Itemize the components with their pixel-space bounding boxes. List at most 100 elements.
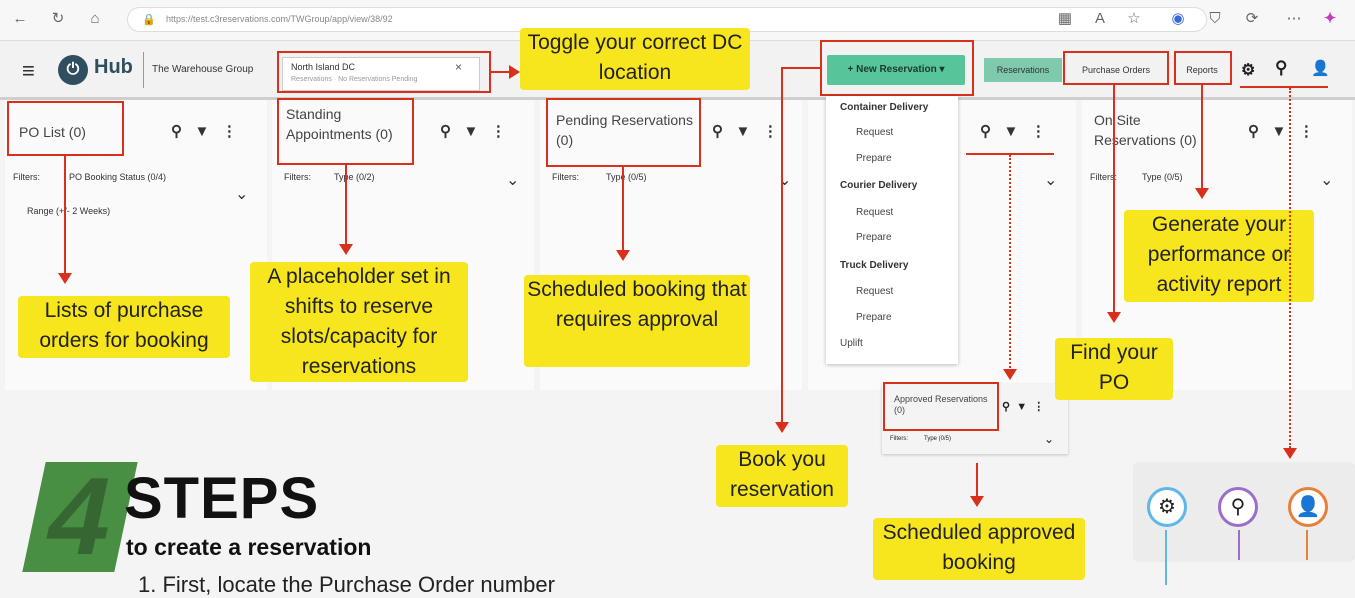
filter-icon[interactable]: ▼ (195, 123, 210, 140)
copilot-icon[interactable]: ✦ (1320, 9, 1340, 29)
hidden-panel-tools: ⚲ ▼ ⋮ (980, 122, 1046, 140)
search-icon[interactable]: ⚲ (980, 123, 991, 140)
steps-title: STEPS (124, 466, 320, 531)
standing-filter-type[interactable]: Type (0/2) (334, 172, 375, 182)
new-reservation-menu: Container Delivery Request Prepare Couri… (826, 96, 958, 364)
filter-icon[interactable]: ▼ (464, 123, 479, 140)
icons-dotted-arrowhead (1283, 448, 1297, 459)
favorite-icon[interactable]: ☆ (1124, 9, 1144, 29)
icons-dotted-line (1289, 88, 1291, 448)
chevron-down-icon[interactable]: ⌄ (235, 184, 248, 204)
menu-group-truck: Truck Delivery (840, 260, 909, 271)
po-list-filters-label: Filters: (13, 172, 40, 182)
more-vert-icon[interactable]: ⋮ (222, 123, 237, 140)
reports-highlight-box (1174, 51, 1232, 85)
callout-placeholder: A placeholder set in shifts to reserve s… (250, 262, 468, 382)
approved-dotted-arrowhead (1003, 369, 1017, 380)
standing-filters-label: Filters: (284, 172, 311, 182)
shield-icon[interactable]: ⛉ (1205, 9, 1225, 29)
chevron-down-icon[interactable]: ⌄ (778, 170, 791, 190)
search-icon[interactable]: ⚲ (440, 123, 451, 140)
header-icons-underline (1240, 86, 1328, 88)
filter-icon[interactable]: ▼ (1004, 123, 1019, 140)
approved-filter-type[interactable]: Type (0/5) (924, 436, 951, 442)
chevron-down-icon[interactable]: ⌄ (1320, 170, 1333, 190)
pending-filter-type[interactable]: Type (0/5) (606, 172, 647, 182)
standing-arrow-line (345, 165, 347, 245)
po-list-highlight-box (7, 101, 124, 156)
user-profile-icon[interactable]: 👤 (1311, 59, 1330, 77)
settings-gear-icon[interactable]: ⚙ (1241, 60, 1255, 80)
search-icon[interactable]: ⚲ (1002, 401, 1010, 413)
extension-icon[interactable]: ◉ (1168, 9, 1188, 29)
filter-icon[interactable]: ▼ (1272, 123, 1287, 140)
standing-tools: ⚲ ▼ ⋮ (440, 122, 506, 140)
refresh-icon[interactable]: ↻ (48, 9, 68, 29)
standing-highlight-box (277, 98, 414, 165)
onsite-tools: ⚲ ▼ ⋮ (1248, 122, 1314, 140)
pending-highlight-box (546, 98, 701, 167)
filter-icon[interactable]: ▼ (736, 123, 751, 140)
grid-icon[interactable]: ▦ (1055, 9, 1075, 29)
menu-courier-prepare[interactable]: Prepare (856, 232, 892, 243)
po-list-filter-range[interactable]: Range (+/- 2 Weeks) (27, 206, 110, 216)
approved-highlight-box (883, 382, 999, 431)
callout-toggle-dc: Toggle your correct DC location (520, 28, 750, 90)
hamburger-menu-icon[interactable]: ≡ (22, 58, 35, 84)
search-icon[interactable]: ⚲ (712, 123, 723, 140)
chevron-down-icon[interactable]: ⌄ (1044, 170, 1057, 190)
home-icon[interactable]: ⌂ (85, 9, 105, 29)
po-list-tools: ⚲ ▼ ⋮ (171, 122, 237, 140)
user-profile-icon: 👤 (1288, 487, 1328, 527)
more-vert-icon[interactable]: ⋮ (763, 123, 778, 140)
more-icon[interactable]: ⋯ (1284, 9, 1304, 29)
callout-lists-po: Lists of purchase orders for booking (18, 296, 230, 358)
filter-icon[interactable]: ▼ (1016, 401, 1027, 413)
search-icon[interactable]: ⚲ (1248, 123, 1259, 140)
more-vert-icon[interactable]: ⋮ (1299, 123, 1314, 140)
menu-container-prepare[interactable]: Prepare (856, 153, 892, 164)
onsite-filter-type[interactable]: Type (0/5) (1142, 172, 1183, 182)
approved-dotted-line (1009, 155, 1011, 371)
chevron-down-icon[interactable]: ⌄ (506, 170, 519, 190)
settings-legend-line (1165, 530, 1167, 585)
steps-subtitle: to create a reservation (126, 534, 372, 560)
reports-arrow-line (1201, 85, 1203, 189)
callout-scheduled-approved: Scheduled approved booking (873, 518, 1085, 580)
approved-tools: ⚲ ▼ ⋮ (1002, 400, 1044, 413)
menu-group-container: Container Delivery (840, 102, 929, 113)
pending-filters-label: Filters: (552, 172, 579, 182)
dc-arrowhead (509, 65, 520, 79)
menu-truck-request[interactable]: Request (856, 286, 893, 297)
more-vert-icon[interactable]: ⋮ (1031, 123, 1046, 140)
pending-arrowhead (616, 250, 630, 261)
po-list-filter-status[interactable]: PO Booking Status (0/4) (69, 172, 166, 182)
menu-truck-prepare[interactable]: Prepare (856, 312, 892, 323)
callout-find-po: Find your PO (1055, 338, 1173, 400)
lock-icon: 🔒 (142, 14, 156, 26)
find-po-arrowhead (1107, 312, 1121, 323)
menu-courier-request[interactable]: Request (856, 207, 893, 218)
new-reservation-highlight-box (820, 40, 974, 96)
read-aloud-icon[interactable]: A (1090, 9, 1110, 29)
hub-logo-icon: ⏻ (58, 55, 88, 85)
po-list-arrow-line (64, 156, 66, 274)
chevron-down-icon[interactable]: ⌄ (1044, 432, 1054, 446)
search-icon[interactable]: ⚲ (171, 123, 182, 140)
nav-reservations[interactable]: Reservations (984, 58, 1062, 82)
more-vert-icon[interactable]: ⋮ (491, 123, 506, 140)
menu-uplift[interactable]: Uplift (840, 338, 863, 349)
more-vert-icon[interactable]: ⋮ (1033, 401, 1044, 413)
approved-arrow-line (976, 463, 978, 497)
search-icon[interactable]: ⚲ (1275, 58, 1287, 78)
header-divider (143, 52, 144, 88)
search-legend-line (1238, 530, 1240, 560)
approved-arrowhead (970, 496, 984, 507)
menu-container-request[interactable]: Request (856, 127, 893, 138)
reports-arrowhead (1195, 188, 1209, 199)
pending-arrow-line (622, 167, 624, 251)
collections-icon[interactable]: ⟳ (1242, 9, 1262, 29)
book-arrow-line (781, 67, 783, 423)
callout-generate-report: Generate your performance or activity re… (1124, 210, 1314, 302)
back-icon[interactable]: ← (10, 9, 30, 29)
